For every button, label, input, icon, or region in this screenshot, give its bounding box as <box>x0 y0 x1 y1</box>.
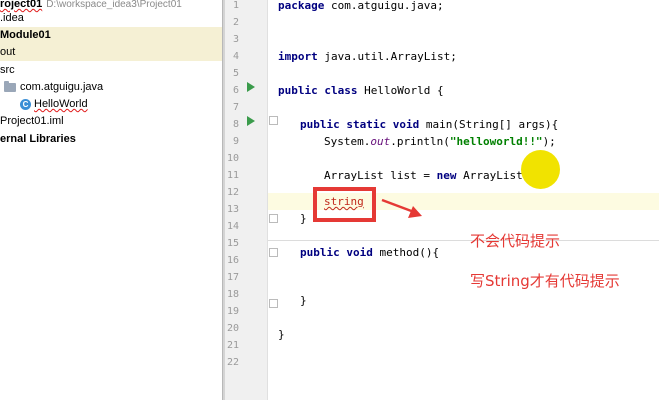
line-number: 14 <box>226 221 239 232</box>
tree-item-label: HelloWorld <box>34 98 88 110</box>
line-number: 5 <box>232 68 239 79</box>
line-number: 12 <box>226 187 239 198</box>
code-line-1: package com.atguigu.java; <box>278 0 444 12</box>
tree-item-label: .idea <box>0 12 24 24</box>
tree-item-external-libraries[interactable]: ernal Libraries <box>0 131 222 148</box>
line-number: 9 <box>232 136 239 147</box>
line-number: 11 <box>226 170 239 181</box>
project-name: roject01 <box>0 0 43 10</box>
annotation-arrow-icon <box>381 198 422 218</box>
line-number: 13 <box>226 204 239 215</box>
line-number: 19 <box>226 306 239 317</box>
project-path: D:\workspace_idea3\Project01 <box>46 0 182 10</box>
line-number: 10 <box>226 153 239 164</box>
run-class-icon[interactable] <box>247 82 255 92</box>
line-number: 4 <box>232 51 239 62</box>
tree-item-helloworld[interactable]: C HelloWorld <box>0 96 222 113</box>
code-line-9: System.out.println("helloworld!!"); <box>324 135 556 148</box>
line-number: 15 <box>226 238 239 249</box>
method-separator <box>268 240 659 241</box>
project-tree: roject01 D:\workspace_idea3\Project01 .id… <box>0 0 222 400</box>
line-number: 8 <box>232 119 239 130</box>
annotation-note-1: 不会代码提示 <box>470 232 561 250</box>
code-line-11: ArrayList list = new ArrayList(); <box>324 169 543 182</box>
code-line-4: import java.util.ArrayList; <box>278 50 457 63</box>
tree-item-src[interactable]: src <box>0 62 222 79</box>
mouse-cursor-highlight <box>521 150 560 189</box>
line-number: 22 <box>226 357 239 368</box>
tree-item-package[interactable]: com.atguigu.java <box>0 79 222 96</box>
tree-item-label: out <box>0 46 16 58</box>
code-line-6: public class HelloWorld { <box>278 84 444 97</box>
line-number: 7 <box>232 102 239 113</box>
annotation-note-2: 写String才有代码提示 <box>470 272 620 290</box>
line-number: 6 <box>232 85 239 96</box>
code-line-21: } <box>278 328 285 341</box>
run-main-icon[interactable] <box>247 116 255 126</box>
line-number: 18 <box>226 289 239 300</box>
java-class-icon: C <box>20 98 31 110</box>
tree-item-label: Module01 <box>0 29 51 41</box>
package-folder-icon <box>4 80 16 92</box>
line-number: 17 <box>226 272 239 283</box>
editor-gutter: 1 2 3 4 5 6 7 8 9 10 11 12 13 14 15 16 1… <box>225 0 294 400</box>
line-number: 16 <box>226 255 239 266</box>
tree-item-module[interactable]: Module01 <box>0 27 222 44</box>
tree-item-label: src <box>0 64 15 76</box>
line-number: 20 <box>226 323 239 334</box>
tree-item-label: ernal Libraries <box>0 133 76 145</box>
tree-item-iml[interactable]: Project01.iml <box>0 113 222 130</box>
annotation-box <box>313 187 376 222</box>
line-number: 1 <box>232 0 239 11</box>
tree-item-idea[interactable]: .idea <box>0 10 222 27</box>
code-line-19: } <box>300 294 307 307</box>
tree-item-out[interactable]: out <box>0 44 222 61</box>
line-number: 2 <box>232 17 239 28</box>
tree-item-label: com.atguigu.java <box>20 81 104 93</box>
tree-item-label: Project01.iml <box>0 115 64 127</box>
line-number: 21 <box>226 340 239 351</box>
line-number: 3 <box>232 34 239 45</box>
code-line-8: public static void main(String[] args){ <box>300 118 559 131</box>
